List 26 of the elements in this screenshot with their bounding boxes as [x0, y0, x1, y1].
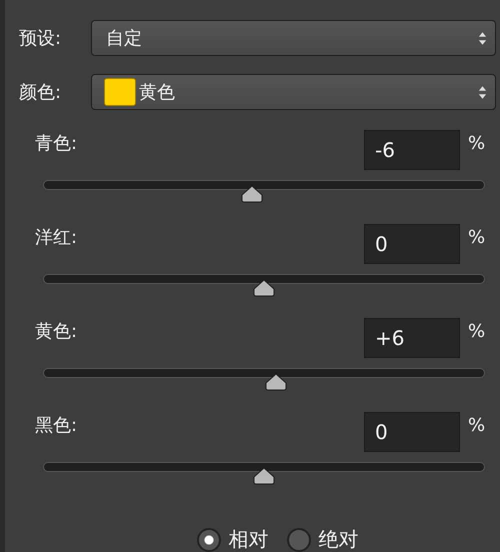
value-field[interactable]: +6	[364, 318, 460, 358]
up-down-arrows-icon	[478, 84, 487, 100]
preset-dropdown[interactable]: 自定	[91, 20, 496, 56]
slider-thumb[interactable]	[240, 185, 264, 203]
slider-label: 青色:	[35, 132, 78, 155]
slider-thumb[interactable]	[264, 373, 288, 391]
percent-sign: %	[468, 132, 486, 154]
color-dropdown[interactable]: 黄色	[91, 74, 496, 110]
slider-label: 黄色:	[35, 320, 78, 343]
up-down-arrows-icon	[478, 30, 487, 46]
value-field[interactable]: 0	[364, 412, 460, 452]
value-field[interactable]: 0	[364, 224, 460, 264]
slider-label: 黑色:	[35, 414, 78, 437]
preset-label: 预设:	[19, 27, 62, 50]
radio-option[interactable]: 相对	[196, 526, 268, 552]
radio-option[interactable]: 绝对	[286, 526, 358, 552]
percent-sign: %	[468, 320, 486, 342]
radio-button[interactable]	[196, 528, 220, 552]
radio-button[interactable]	[286, 528, 310, 552]
slider-thumb[interactable]	[252, 279, 276, 297]
slider-label: 洋红:	[35, 226, 78, 249]
value-field[interactable]: -6	[364, 130, 460, 170]
slider-thumb[interactable]	[252, 467, 276, 485]
color-label: 颜色:	[19, 81, 62, 104]
percent-sign: %	[468, 414, 486, 436]
percent-sign: %	[468, 226, 486, 248]
